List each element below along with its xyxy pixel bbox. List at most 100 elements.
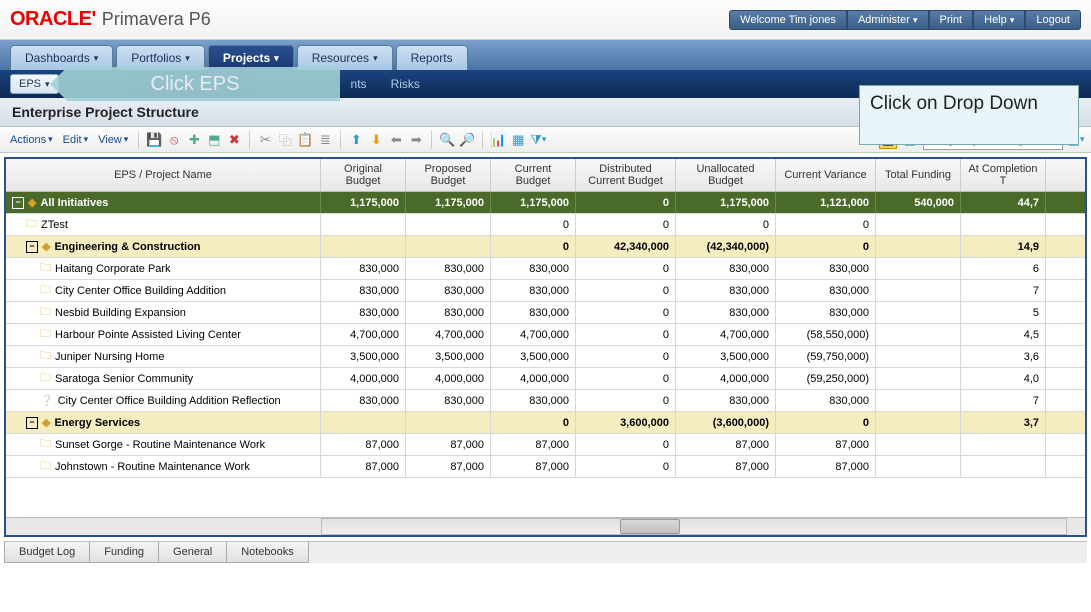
- table-row[interactable]: 🗀Nesbid Building Expansion830,000830,000…: [6, 302, 1085, 324]
- row-name-cell[interactable]: 🗀Johnstown - Routine Maintenance Work: [6, 456, 321, 477]
- print-button[interactable]: Print: [929, 10, 974, 30]
- cell-value: 87,000: [406, 456, 491, 477]
- col-current[interactable]: Current Budget: [491, 159, 576, 191]
- move-up-icon[interactable]: ⬆: [347, 131, 365, 149]
- cell-value: 830,000: [776, 258, 876, 279]
- tab-resources[interactable]: Resources▾: [297, 45, 393, 70]
- chart-icon[interactable]: 📊: [489, 131, 507, 149]
- expand-toggle-icon[interactable]: −: [26, 417, 38, 429]
- edit-menu[interactable]: Edit▾: [59, 132, 93, 148]
- cell-value: (59,250,000): [776, 368, 876, 389]
- table-row[interactable]: 🗀Haitang Corporate Park830,000830,000830…: [6, 258, 1085, 280]
- row-name-cell[interactable]: 🗀Haitang Corporate Park: [6, 258, 321, 279]
- row-name-label: Harbour Pointe Assisted Living Center: [55, 329, 241, 341]
- col-original[interactable]: Original Budget: [321, 159, 406, 191]
- cell-value: 0: [776, 412, 876, 433]
- subnav-risks[interactable]: Risks: [379, 72, 432, 96]
- expand-toggle-icon[interactable]: −: [26, 241, 38, 253]
- tab-dashboards[interactable]: Dashboards▾: [10, 45, 113, 70]
- cell-value: 3,500,000: [321, 346, 406, 367]
- scrollbar-thumb[interactable]: [620, 519, 680, 534]
- col-variance[interactable]: Current Variance: [776, 159, 876, 191]
- row-name-cell[interactable]: −◆All Initiatives: [6, 192, 321, 213]
- table-row[interactable]: 🗀ZTest0000: [6, 214, 1085, 236]
- help-button[interactable]: Help ▾: [973, 10, 1025, 30]
- row-name-cell[interactable]: 🗀City Center Office Building Addition: [6, 280, 321, 301]
- filter-icon[interactable]: ⧩▾: [529, 131, 547, 149]
- col-funding[interactable]: Total Funding: [876, 159, 961, 191]
- cell-value: 1,175,000: [491, 192, 576, 213]
- table-row[interactable]: −◆Energy Services03,600,000(3,600,000)03…: [6, 412, 1085, 434]
- cell-value: 830,000: [406, 390, 491, 411]
- row-name-cell[interactable]: 🗀Sunset Gorge - Routine Maintenance Work: [6, 434, 321, 455]
- view-menu[interactable]: View▾: [94, 132, 132, 148]
- columns-icon[interactable]: ▦: [509, 131, 527, 149]
- cell-value: 830,000: [321, 280, 406, 301]
- subnav-assignments[interactable]: nts: [339, 72, 379, 96]
- horizontal-scrollbar[interactable]: [6, 517, 1085, 535]
- row-name-cell[interactable]: ❔City Center Office Building Addition Re…: [6, 390, 321, 411]
- row-name-cell[interactable]: 🗀Harbour Pointe Assisted Living Center: [6, 324, 321, 345]
- table-row[interactable]: 🗀City Center Office Building Addition830…: [6, 280, 1085, 302]
- tab-reports[interactable]: Reports: [396, 45, 468, 70]
- caret-down-icon: ▾: [185, 53, 190, 64]
- logout-button[interactable]: Logout: [1025, 10, 1081, 30]
- cell-value: (3,600,000): [676, 412, 776, 433]
- grid-body[interactable]: −◆All Initiatives1,175,0001,175,0001,175…: [6, 192, 1085, 517]
- row-name-cell[interactable]: 🗀Nesbid Building Expansion: [6, 302, 321, 323]
- copy-icon[interactable]: ⿻: [276, 131, 294, 149]
- folder-icon: 🗀: [40, 435, 51, 454]
- cell-value: [876, 324, 961, 345]
- cut-icon[interactable]: ✂: [256, 131, 274, 149]
- table-row[interactable]: 🗀Juniper Nursing Home3,500,0003,500,0003…: [6, 346, 1085, 368]
- tab-projects[interactable]: Projects▾: [208, 45, 294, 70]
- cell-value: 14,9: [961, 236, 1046, 257]
- add-child-icon[interactable]: ⬒: [205, 131, 223, 149]
- table-row[interactable]: 🗀Johnstown - Routine Maintenance Work 87,…: [6, 456, 1085, 478]
- add-icon[interactable]: ✚: [185, 131, 203, 149]
- cancel-icon[interactable]: ⦸: [165, 131, 183, 149]
- row-name-label: Saratoga Senior Community: [55, 373, 193, 385]
- cell-value: 0: [576, 280, 676, 301]
- cell-value: 87,000: [491, 434, 576, 455]
- move-down-icon[interactable]: ⬇: [367, 131, 385, 149]
- expand-toggle-icon[interactable]: −: [12, 197, 24, 209]
- row-name-cell[interactable]: 🗀ZTest: [6, 214, 321, 235]
- move-right-icon[interactable]: ➡: [407, 131, 425, 149]
- col-completion[interactable]: At Completion T: [961, 159, 1046, 191]
- detail-tab-general[interactable]: General: [159, 542, 227, 563]
- find-next-icon[interactable]: 🔎: [458, 131, 476, 149]
- cell-value: 7: [961, 280, 1046, 301]
- table-row[interactable]: 🗀Harbour Pointe Assisted Living Center4,…: [6, 324, 1085, 346]
- node-icon: ◆: [42, 240, 50, 253]
- detail-tab-budget-log[interactable]: Budget Log: [4, 542, 90, 563]
- table-row[interactable]: −◆All Initiatives1,175,0001,175,0001,175…: [6, 192, 1085, 214]
- actions-menu[interactable]: Actions▾: [6, 132, 57, 148]
- col-name[interactable]: EPS / Project Name: [6, 159, 321, 191]
- col-proposed[interactable]: Proposed Budget: [406, 159, 491, 191]
- list-icon[interactable]: ≣: [316, 131, 334, 149]
- row-name-cell[interactable]: −◆Energy Services: [6, 412, 321, 433]
- caret-down-icon: ▾: [94, 53, 99, 64]
- detail-tab-notebooks[interactable]: Notebooks: [227, 542, 309, 563]
- delete-icon[interactable]: ✖: [225, 131, 243, 149]
- table-row[interactable]: 🗀Sunset Gorge - Routine Maintenance Work…: [6, 434, 1085, 456]
- row-name-cell[interactable]: −◆Engineering & Construction: [6, 236, 321, 257]
- save-icon[interactable]: 💾: [145, 131, 163, 149]
- administer-button[interactable]: Administer ▾: [847, 10, 929, 30]
- move-left-icon[interactable]: ⬅: [387, 131, 405, 149]
- detail-tab-funding[interactable]: Funding: [90, 542, 159, 563]
- welcome-button[interactable]: Welcome Tim jones: [729, 10, 847, 30]
- row-name-cell[interactable]: 🗀Saratoga Senior Community: [6, 368, 321, 389]
- logo-brand: ORACLE': [10, 8, 96, 31]
- row-name-cell[interactable]: 🗀Juniper Nursing Home: [6, 346, 321, 367]
- col-distributed[interactable]: Distributed Current Budget: [576, 159, 676, 191]
- find-icon[interactable]: 🔍: [438, 131, 456, 149]
- tab-portfolios[interactable]: Portfolios▾: [116, 45, 205, 70]
- cell-value: [876, 236, 961, 257]
- paste-icon[interactable]: 📋: [296, 131, 314, 149]
- col-unallocated[interactable]: Unallocated Budget: [676, 159, 776, 191]
- table-row[interactable]: 🗀Saratoga Senior Community4,000,0004,000…: [6, 368, 1085, 390]
- table-row[interactable]: −◆Engineering & Construction042,340,000(…: [6, 236, 1085, 258]
- table-row[interactable]: ❔City Center Office Building Addition Re…: [6, 390, 1085, 412]
